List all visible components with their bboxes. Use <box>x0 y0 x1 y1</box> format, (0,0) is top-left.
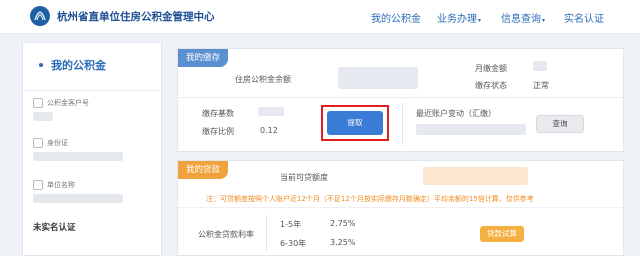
recent-change-label: 最近账户变动（汇缴） <box>416 109 496 118</box>
rate-value: 3.25% <box>330 238 356 247</box>
redacted-value <box>533 61 547 71</box>
nav-business[interactable]: 业务办理▾ <box>437 10 481 25</box>
loan-tag: 我的贷款 <box>178 161 229 179</box>
nav-my-fund[interactable]: 我的公积金 <box>371 10 421 25</box>
redacted-value <box>423 167 528 185</box>
chevron-down-icon: ▾ <box>542 17 546 24</box>
loan-notice: 注：可贷额度按照个人账户近12个月（不足12个月按实际缴存月数确定）平均余额的1… <box>206 195 534 203</box>
nav-info-query[interactable]: 信息查询▾ <box>501 10 545 25</box>
base-label: 缴存基数 <box>202 109 234 118</box>
logo-icon <box>30 6 50 26</box>
divider <box>178 97 623 98</box>
building-icon <box>33 180 43 190</box>
id-card-icon <box>33 138 43 148</box>
redacted-value <box>338 67 418 89</box>
verification-status: 未实名认证 <box>33 223 76 233</box>
redacted-value <box>258 107 284 116</box>
redacted-value <box>33 194 123 203</box>
deposit-panel: 我的缴存 住房公积金余额 月缴金额 缴存状态 正常 缴存基数 缴存比例 0.12… <box>177 48 624 152</box>
rate-term: 1-5年 <box>280 220 302 229</box>
loan-calc-button[interactable]: 贷款试算 <box>480 226 524 242</box>
ratio-value: 0.12 <box>260 126 278 135</box>
divider <box>178 207 623 208</box>
ratio-label: 缴存比例 <box>202 127 234 136</box>
available-label: 当前可贷额度 <box>280 173 328 182</box>
nav-real-name[interactable]: 实名认证 <box>564 10 604 25</box>
redacted-value <box>33 112 53 121</box>
bullet-icon <box>39 63 43 67</box>
deposit-tag: 我的缴存 <box>178 49 229 67</box>
rate-value: 2.75% <box>330 219 356 228</box>
divider <box>402 103 403 145</box>
monthly-label: 月缴金额 <box>475 64 507 73</box>
status-label: 缴存状态 <box>475 81 507 90</box>
redacted-value <box>33 152 123 161</box>
sidebar-title: 我的公积金 <box>51 59 106 72</box>
query-button[interactable]: 查询 <box>536 115 584 133</box>
rate-term: 6-30年 <box>280 239 307 248</box>
withdraw-button[interactable]: 提取 <box>327 111 383 135</box>
sidebar: 我的公积金 公积金客户号 身份证 单位名称 未实名认证 <box>22 42 162 256</box>
redacted-value <box>416 124 526 135</box>
balance-label: 住房公积金余额 <box>235 75 291 84</box>
divider <box>266 215 267 251</box>
sidebar-header: 我的公积金 <box>23 43 161 91</box>
status-value: 正常 <box>533 81 549 90</box>
site-title: 杭州省直单位住房公积金管理中心 <box>57 11 215 23</box>
user-icon <box>33 98 43 108</box>
loan-panel: 我的贷款 当前可贷额度 注：可贷额度按照个人账户近12个月（不足12个月按实际缴… <box>177 160 624 256</box>
top-navigation-bar: 杭州省直单位住房公积金管理中心 我的公积金 业务办理▾ 信息查询▾ 实名认证 <box>0 0 640 34</box>
rate-label: 公积金贷款利率 <box>198 230 254 239</box>
chevron-down-icon: ▾ <box>478 17 482 24</box>
